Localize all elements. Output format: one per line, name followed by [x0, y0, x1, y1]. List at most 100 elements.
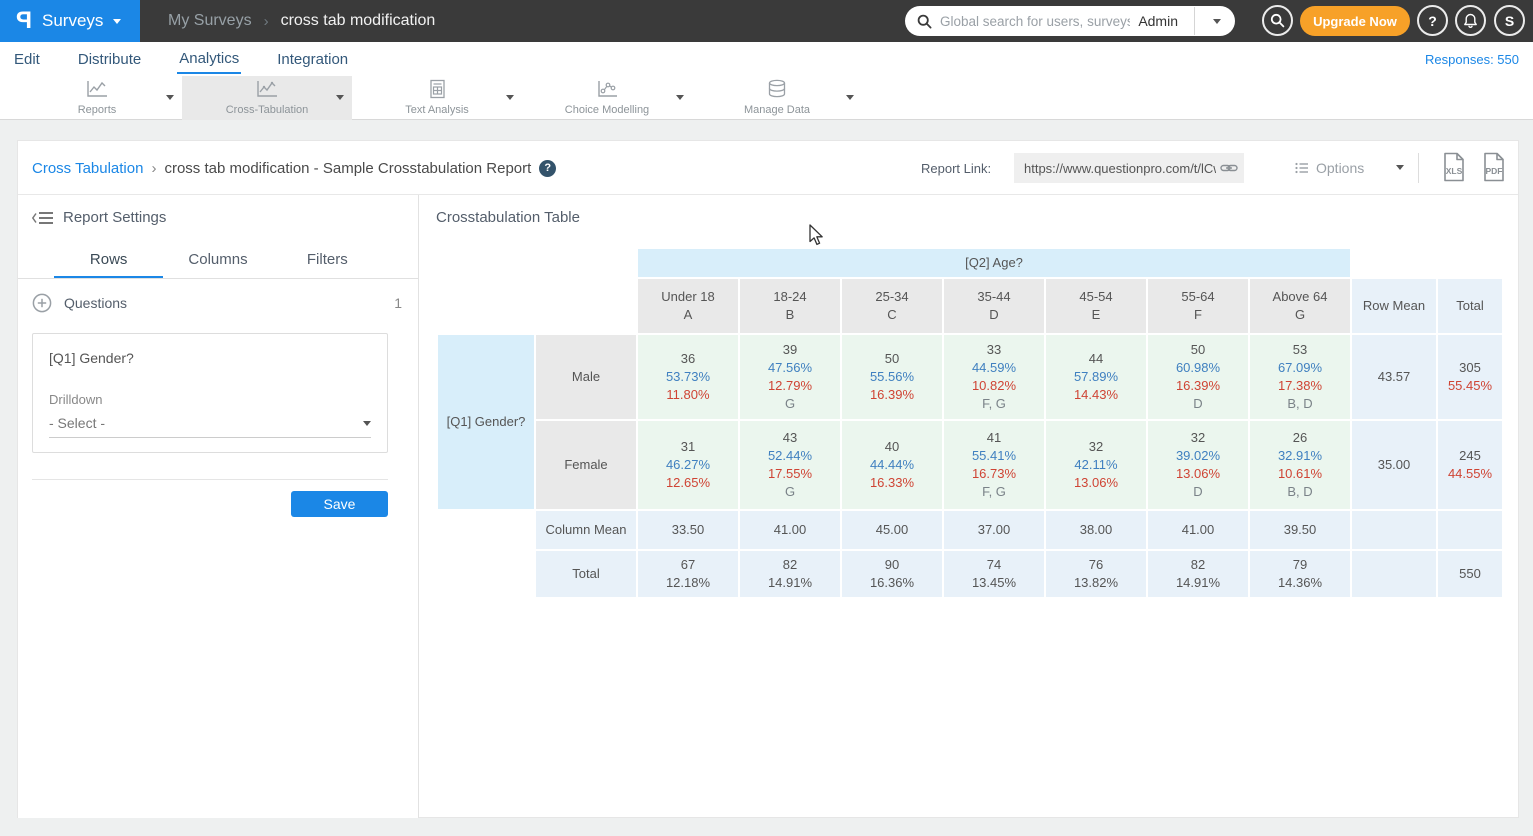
global-search[interactable]: Admin	[905, 6, 1235, 36]
column-label: 35-44	[944, 288, 1044, 306]
cell-pct: 16.36%	[842, 574, 942, 592]
search-scope-dropdown[interactable]	[1203, 19, 1225, 24]
cell-row-pct: 52.44%	[740, 447, 840, 465]
pdf-file-icon: PDF	[1482, 152, 1506, 182]
drilldown-select[interactable]: - Select -	[49, 415, 371, 438]
export-xls-button[interactable]: XLS	[1442, 152, 1466, 182]
search-button[interactable]	[1262, 5, 1293, 36]
chevron-down-icon[interactable]	[506, 95, 514, 100]
tab-filters[interactable]: Filters	[273, 243, 382, 278]
menu-item-edit[interactable]: Edit	[12, 45, 42, 73]
cell-sig: B, D	[1250, 395, 1350, 413]
line-chart-icon	[12, 79, 182, 99]
column-label: Above 64	[1250, 288, 1350, 306]
question-title: [Q1] Gender?	[49, 350, 371, 366]
tab-columns[interactable]: Columns	[163, 243, 272, 278]
cell-count: 67	[638, 556, 738, 574]
collapse-panel-icon[interactable]	[32, 211, 54, 225]
cell-sig: G	[740, 395, 840, 413]
plus-circle-icon[interactable]	[32, 293, 52, 313]
cell-col-pct: 16.39%	[1148, 377, 1248, 395]
toolbar-item-manage-data[interactable]: Manage Data	[692, 76, 862, 120]
data-cell: 5367.09%17.38%B, D	[1250, 335, 1350, 419]
mouse-cursor	[808, 224, 828, 246]
options-menu[interactable]: Options	[1295, 153, 1364, 183]
notifications-button[interactable]	[1455, 5, 1486, 36]
row-label: Male	[536, 335, 636, 419]
cell-row-pct: 53.73%	[638, 368, 738, 386]
cell-count: 43	[740, 429, 840, 447]
cell-row-pct: 44.44%	[842, 456, 942, 474]
cell-count: 33	[944, 341, 1044, 359]
toolbar-item-cross-tabulation[interactable]: Cross-Tabulation	[182, 76, 352, 120]
cell-row-pct: 67.09%	[1250, 359, 1350, 377]
data-cell: 4352.44%17.55%G	[740, 421, 840, 509]
toolbar-item-text-analysis[interactable]: Text Analysis	[352, 76, 522, 120]
toolbar-item-label: Manage Data	[692, 104, 862, 116]
brand-label: Surveys	[42, 11, 103, 31]
cell-sig: G	[740, 483, 840, 501]
menu-item-analytics[interactable]: Analytics	[177, 44, 241, 74]
help-button[interactable]: ?	[1417, 5, 1448, 36]
column-mean-cell: 39.50	[1250, 511, 1350, 549]
cell-row-pct: 60.98%	[1148, 359, 1248, 377]
avatar[interactable]: S	[1494, 5, 1525, 36]
total-header: Total	[1438, 279, 1502, 333]
total-cell: 7914.36%	[1250, 551, 1350, 597]
question-card: [Q1] Gender? Drilldown - Select -	[32, 333, 388, 453]
cell-row-pct: 57.89%	[1046, 368, 1146, 386]
product-switcher[interactable]: P Surveys	[0, 0, 140, 42]
toolbar-item-label: Text Analysis	[352, 104, 522, 116]
cell-sig: B, D	[1250, 483, 1350, 501]
report-card-header: Cross Tabulation › cross tab modificatio…	[18, 141, 1518, 195]
report-settings-panel: Report Settings Rows Columns Filters Que…	[18, 195, 419, 818]
chevron-down-icon[interactable]	[336, 95, 344, 100]
bell-icon	[1463, 13, 1478, 29]
toolbar-item-reports[interactable]: Reports	[12, 76, 182, 120]
chevron-down-icon[interactable]	[1396, 165, 1404, 170]
column-header: 18-24B	[740, 279, 840, 333]
data-cell: 3146.27%12.65%	[638, 421, 738, 509]
chevron-down-icon[interactable]	[166, 95, 174, 100]
save-button[interactable]: Save	[291, 491, 388, 517]
report-title: cross tab modification - Sample Crosstab…	[164, 160, 531, 177]
search-icon	[917, 14, 932, 29]
column-letter: D	[944, 306, 1044, 324]
analytics-toolbar: Reports Cross-Tabulation Text Analysis C…	[0, 76, 1533, 120]
report-link-url[interactable]: https://www.questionpro.com/t/lCw3Zc	[1024, 161, 1216, 176]
column-letter: B	[740, 306, 840, 324]
chevron-down-icon[interactable]	[846, 95, 854, 100]
cell-col-pct: 11.80%	[638, 386, 738, 404]
cell-col-pct: 16.33%	[842, 474, 942, 492]
cell-sig: F, G	[944, 395, 1044, 413]
total-cell: 8214.91%	[1148, 551, 1248, 597]
column-mean-label: Column Mean	[536, 511, 636, 549]
upgrade-now-button[interactable]: Upgrade Now	[1300, 6, 1410, 36]
report-link-field[interactable]: https://www.questionpro.com/t/lCw3Zc	[1014, 153, 1244, 183]
cell-count: 74	[944, 556, 1044, 574]
search-input[interactable]	[940, 14, 1130, 29]
tab-rows[interactable]: Rows	[54, 243, 163, 278]
column-label: 45-54	[1046, 288, 1146, 306]
database-icon	[692, 79, 862, 100]
menu-item-distribute[interactable]: Distribute	[76, 45, 143, 73]
table-row: Under 18A 18-24B 25-34C 35-44D 45-54E 55…	[438, 279, 1502, 333]
cell-pct: 14.36%	[1250, 574, 1350, 592]
chevron-down-icon[interactable]	[676, 95, 684, 100]
row-mean-cell: 35.00	[1352, 421, 1436, 509]
cell-col-pct: 16.73%	[944, 465, 1044, 483]
data-cell: 4457.89%14.43%	[1046, 335, 1146, 419]
cell-count: 32	[1046, 438, 1146, 456]
menu-item-integration[interactable]: Integration	[275, 45, 350, 73]
link-icon[interactable]	[1220, 161, 1238, 175]
cross-tabulation-link[interactable]: Cross Tabulation	[32, 160, 143, 177]
cell-pct: 12.18%	[638, 574, 738, 592]
row-total-cell: 30555.45%	[1438, 335, 1502, 419]
drilldown-selected-value: - Select -	[49, 415, 363, 431]
line-chart-icon	[182, 79, 352, 99]
help-icon[interactable]: ?	[539, 160, 556, 177]
export-pdf-button[interactable]: PDF	[1482, 152, 1506, 182]
empty-summary-cell	[1352, 551, 1436, 597]
toolbar-item-choice-modelling[interactable]: Choice Modelling	[522, 76, 692, 120]
breadcrumb-parent-link[interactable]: My Surveys	[168, 12, 252, 30]
